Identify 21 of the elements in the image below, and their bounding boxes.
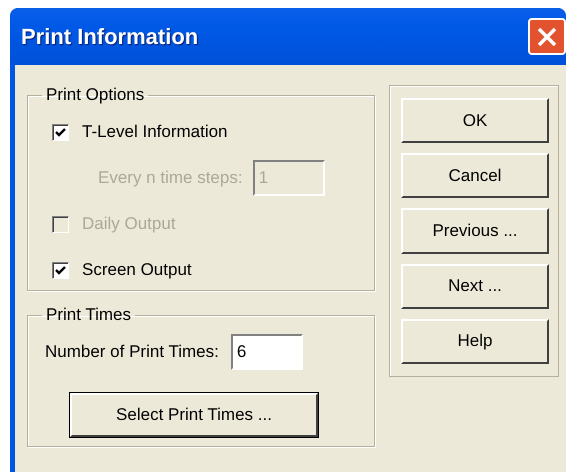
- select-print-times-button[interactable]: Select Print Times ...: [70, 393, 318, 437]
- dialog-button[interactable]: Previous ...: [401, 208, 549, 254]
- checkbox-label: Screen Output: [82, 260, 192, 280]
- window-title: Print Information: [21, 24, 198, 50]
- dialog-button[interactable]: Help: [401, 318, 549, 364]
- checkmark-icon: [55, 264, 66, 276]
- dialog-button[interactable]: Next ...: [401, 264, 549, 309]
- checkbox-label: Daily Output: [82, 214, 176, 234]
- field-label: Every n time steps:: [98, 168, 243, 188]
- field-label: Number of Print Times:: [45, 342, 219, 362]
- close-button[interactable]: [528, 18, 566, 55]
- input-field[interactable]: 6: [230, 334, 303, 370]
- checkbox[interactable]: [52, 124, 69, 140]
- group-title: Print Options: [45, 85, 146, 105]
- close-icon: [536, 26, 558, 48]
- group-title: Print Times: [45, 305, 132, 325]
- checkbox[interactable]: [52, 262, 69, 278]
- checkbox-label: T-Level Information: [82, 122, 228, 142]
- dialog-button[interactable]: Cancel: [401, 153, 549, 198]
- checkmark-icon: [55, 126, 66, 138]
- dialog-button[interactable]: OK: [401, 98, 549, 144]
